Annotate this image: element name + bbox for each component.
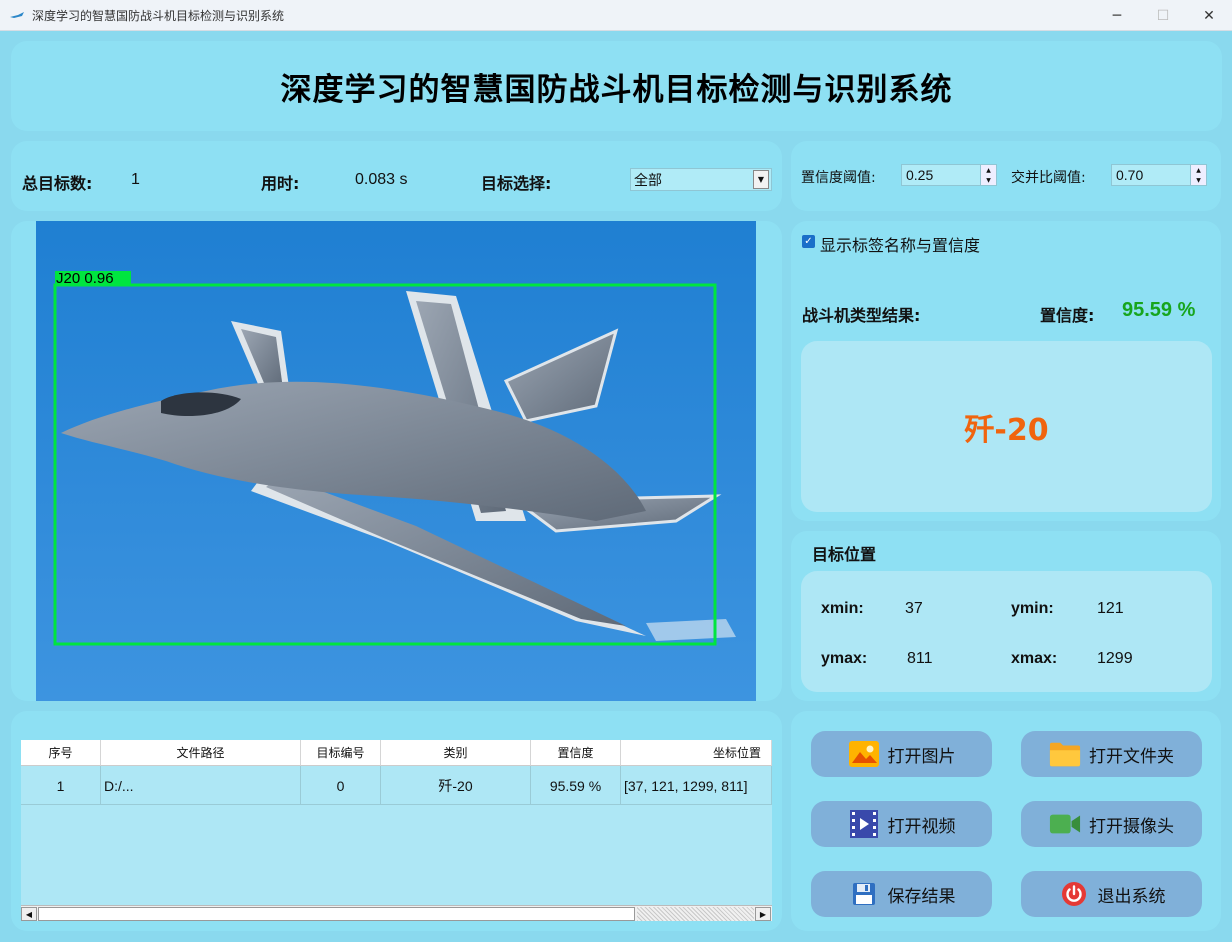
result-panel: ✓ 显示标签名称与置信度 战斗机类型结果: 置信度: 95.59 % 歼-20 bbox=[791, 221, 1221, 521]
image-icon bbox=[848, 738, 880, 770]
col-path-header[interactable]: 文件路径 bbox=[101, 740, 301, 766]
time-value: 0.083 s bbox=[355, 171, 408, 188]
col-target-id-header[interactable]: 目标编号 bbox=[301, 740, 381, 766]
col-class-header[interactable]: 类别 bbox=[381, 740, 531, 766]
app-icon bbox=[10, 12, 24, 18]
video-icon bbox=[848, 808, 880, 840]
iou-threshold-spinbox[interactable]: 0.70 ▲ ▼ bbox=[1111, 164, 1207, 186]
table-row[interactable]: 1 D:/... 0 歼-20 95.59 % [37, 121, 1299, … bbox=[21, 766, 772, 805]
open-folder-label: 打开文件夹 bbox=[1089, 746, 1174, 767]
target-select-value: 全部 bbox=[634, 172, 662, 189]
xmin-value: 37 bbox=[905, 600, 923, 617]
position-panel: 目标位置 xmin: 37 ymin: 121 ymax: 811 xmax: … bbox=[791, 531, 1221, 701]
save-result-button[interactable]: 保存结果 bbox=[811, 871, 992, 917]
conf-threshold-label: 置信度阈值: bbox=[801, 170, 876, 186]
save-result-label: 保存结果 bbox=[887, 886, 956, 907]
fighter-type-box: 歼-20 bbox=[801, 341, 1212, 512]
ymax-label: ymax: bbox=[821, 650, 868, 667]
xmax-value: 1299 bbox=[1097, 650, 1133, 667]
exit-system-button[interactable]: 退出系统 bbox=[1021, 871, 1202, 917]
confidence-label: 置信度: bbox=[1040, 306, 1095, 325]
conf-threshold-value[interactable]: 0.25 bbox=[902, 167, 980, 183]
position-box: xmin: 37 ymin: 121 ymax: 811 xmax: 1299 bbox=[801, 571, 1212, 692]
cell-index: 1 bbox=[21, 766, 101, 805]
spin-down-icon[interactable]: ▼ bbox=[1191, 175, 1206, 185]
folder-icon bbox=[1049, 738, 1081, 770]
header-panel: 深度学习的智慧国防战斗机目标检测与识别系统 bbox=[11, 41, 1222, 131]
position-title: 目标位置 bbox=[812, 545, 877, 564]
open-video-button[interactable]: 打开视频 bbox=[811, 801, 992, 847]
chevron-down-icon[interactable]: ▼ bbox=[753, 170, 769, 189]
detection-label: J20 0.96 bbox=[56, 270, 114, 287]
detection-image: J20 0.96 bbox=[36, 221, 756, 701]
window-titlebar: 深度学习的智慧国防战斗机目标检测与识别系统 ─ ☐ ✕ bbox=[0, 0, 1232, 31]
spin-down-icon[interactable]: ▼ bbox=[981, 175, 996, 185]
scrollbar-thumb[interactable] bbox=[38, 907, 635, 921]
results-table-panel: 序号 文件路径 目标编号 类别 置信度 坐标位置 1 D:/... 0 歼-20… bbox=[11, 711, 782, 931]
scroll-left-icon[interactable]: ◀ bbox=[21, 907, 37, 921]
open-video-label: 打开视频 bbox=[887, 816, 956, 837]
ymax-value: 811 bbox=[907, 650, 933, 667]
xmax-label: xmax: bbox=[1011, 650, 1058, 667]
col-conf-header[interactable]: 置信度 bbox=[531, 740, 621, 766]
stats-panel: 总目标数: 1 用时: 0.083 s 目标选择: 全部 ▼ bbox=[11, 141, 782, 211]
save-icon bbox=[848, 878, 880, 910]
action-buttons-panel: 打开图片 打开文件夹 打开视频 打开摄像头 保存结果 退出系统 bbox=[791, 711, 1221, 931]
cell-coords: [37, 121, 1299, 811] bbox=[621, 766, 772, 805]
open-camera-button[interactable]: 打开摄像头 bbox=[1021, 801, 1202, 847]
iou-threshold-label: 交并比阈值: bbox=[1011, 170, 1086, 186]
col-coords-header[interactable]: 坐标位置 bbox=[621, 740, 772, 766]
fighter-type-label: 战斗机类型结果: bbox=[802, 306, 921, 325]
scrollbar-track[interactable] bbox=[637, 907, 754, 921]
col-index-header[interactable]: 序号 bbox=[21, 740, 101, 766]
open-image-button[interactable]: 打开图片 bbox=[811, 731, 992, 777]
ymin-label: ymin: bbox=[1011, 600, 1054, 617]
horizontal-scrollbar[interactable]: ◀ ▶ bbox=[21, 905, 772, 921]
open-camera-label: 打开摄像头 bbox=[1089, 816, 1174, 837]
cell-conf: 95.59 % bbox=[531, 766, 621, 805]
ymin-value: 121 bbox=[1097, 600, 1124, 617]
xmin-label: xmin: bbox=[821, 600, 864, 617]
cell-path: D:/... bbox=[101, 766, 301, 805]
spin-up-icon[interactable]: ▲ bbox=[981, 165, 996, 175]
show-labels-label[interactable]: 显示标签名称与置信度 bbox=[820, 232, 980, 256]
close-button[interactable]: ✕ bbox=[1186, 0, 1232, 31]
results-table: 序号 文件路径 目标编号 类别 置信度 坐标位置 1 D:/... 0 歼-20… bbox=[21, 740, 772, 921]
time-label: 用时: bbox=[261, 174, 300, 193]
cell-class: 歼-20 bbox=[381, 766, 531, 805]
target-select-label: 目标选择: bbox=[481, 174, 552, 193]
show-labels-checkbox[interactable]: ✓ bbox=[802, 235, 815, 248]
fighter-type-value: 歼-20 bbox=[964, 412, 1049, 448]
minimize-button[interactable]: ─ bbox=[1094, 0, 1140, 31]
target-select-dropdown[interactable]: 全部 ▼ bbox=[630, 168, 772, 191]
spin-up-icon[interactable]: ▲ bbox=[1191, 165, 1206, 175]
image-display-panel: J20 0.96 bbox=[11, 221, 782, 701]
table-header: 序号 文件路径 目标编号 类别 置信度 坐标位置 bbox=[21, 740, 772, 766]
cell-target-id: 0 bbox=[301, 766, 381, 805]
exit-system-label: 退出系统 bbox=[1097, 886, 1166, 907]
conf-threshold-spinbox[interactable]: 0.25 ▲ ▼ bbox=[901, 164, 997, 186]
open-folder-button[interactable]: 打开文件夹 bbox=[1021, 731, 1202, 777]
confidence-value: 95.59 % bbox=[1122, 299, 1196, 321]
app-title: 深度学习的智慧国防战斗机目标检测与识别系统 bbox=[280, 71, 953, 108]
open-image-label: 打开图片 bbox=[887, 746, 956, 767]
maximize-button[interactable]: ☐ bbox=[1140, 0, 1186, 31]
total-targets-label: 总目标数: bbox=[22, 174, 93, 193]
scroll-right-icon[interactable]: ▶ bbox=[755, 907, 771, 921]
total-targets-value: 1 bbox=[131, 171, 140, 188]
threshold-panel: 置信度阈值: 0.25 ▲ ▼ 交并比阈值: 0.70 ▲ ▼ bbox=[791, 141, 1221, 211]
camera-icon bbox=[1049, 808, 1081, 840]
window-title: 深度学习的智慧国防战斗机目标检测与识别系统 bbox=[32, 9, 285, 23]
power-icon bbox=[1058, 878, 1090, 910]
iou-threshold-value[interactable]: 0.70 bbox=[1112, 167, 1190, 183]
